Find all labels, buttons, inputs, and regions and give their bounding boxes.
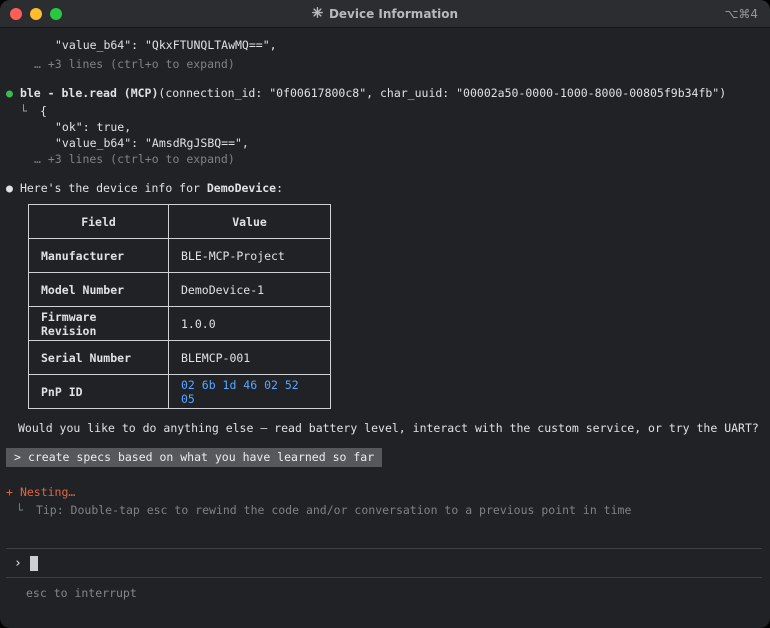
field-cell: Serial Number xyxy=(29,341,169,375)
queued-message-chip: > create specs based on what you have lea… xyxy=(6,448,382,467)
title-bar: Device Information ⌥⌘4 xyxy=(0,0,770,28)
field-cell: Firmware Revision xyxy=(29,307,169,341)
interrupt-hint: esc to interrupt xyxy=(6,578,762,600)
table-row: PnP ID02 6b 1d 46 02 52 05 xyxy=(29,375,331,409)
previous-output-line: "value_b64": "QkxFTUNQLTAwMQ==", xyxy=(55,36,762,55)
tool-name: ble - ble.read (MCP) xyxy=(20,86,158,100)
result-open-brace: { xyxy=(40,104,47,118)
assistant-message-line: ● Here's the device info for DemoDevice: xyxy=(6,179,762,198)
close-button[interactable] xyxy=(10,8,22,20)
value-cell: BLEMCP-001 xyxy=(169,341,331,375)
terminal-content: "value_b64": "QkxFTUNQLTAwMQ==", … +3 li… xyxy=(0,28,770,600)
result-line: "ok": true, xyxy=(55,119,762,135)
result-marker-icon: └ xyxy=(20,104,27,118)
terminal-window: Device Information ⌥⌘4 "value_b64": "Qkx… xyxy=(0,0,770,628)
table-row: ManufacturerBLE-MCP-Project xyxy=(29,239,331,273)
value-cell: DemoDevice-1 xyxy=(169,273,331,307)
tool-args: (connection_id: "0f00617800c8", char_uui… xyxy=(158,86,726,100)
traffic-lights xyxy=(0,8,62,20)
window-shortcut: ⌥⌘4 xyxy=(725,7,770,21)
result-value-text: "value_b64": "AmsdRgJSBQ==", xyxy=(55,136,249,150)
prompt-input[interactable]: › xyxy=(6,548,762,578)
value-cell-pnp: 02 6b 1d 46 02 52 05 xyxy=(169,375,331,409)
queued-prefix: > xyxy=(14,450,21,464)
expand-hint-text: … +3 lines (ctrl+o to expand) xyxy=(34,152,235,166)
table-header-field: Field xyxy=(29,205,169,239)
table-header-row: FieldValue xyxy=(29,205,331,239)
table-row: Serial NumberBLEMCP-001 xyxy=(29,341,331,375)
expand-hint-line: … +3 lines (ctrl+o to expand) xyxy=(34,55,762,74)
result-line: "value_b64": "AmsdRgJSBQ==", xyxy=(55,135,762,151)
tip-marker-icon: └ xyxy=(16,503,23,517)
sparkle-icon xyxy=(312,7,323,21)
table-row: Model NumberDemoDevice-1 xyxy=(29,273,331,307)
tool-call-line: ● ble - ble.read (MCP)(connection_id: "0f… xyxy=(6,84,762,103)
result-ok-text: "ok": true, xyxy=(55,120,131,134)
window-title: Device Information xyxy=(312,7,458,21)
queued-text: create specs based on what you have lear… xyxy=(28,450,374,464)
field-cell: PnP ID xyxy=(29,375,169,409)
json-value-line: "value_b64": "QkxFTUNQLTAwMQ==", xyxy=(55,38,277,52)
status-line: + Nesting… xyxy=(6,483,762,502)
queued-message: > create specs based on what you have lea… xyxy=(6,448,762,467)
zoom-button[interactable] xyxy=(50,8,62,20)
tip-line: └ Tip: Double-tap esc to rewind the code … xyxy=(16,502,762,518)
value-cell: BLE-MCP-Project xyxy=(169,239,331,273)
spinner-icon: + xyxy=(6,485,13,499)
assistant-question: Would you like to do anything else — rea… xyxy=(18,419,762,438)
prompt-chevron-icon: › xyxy=(14,556,22,571)
device-name: DemoDevice xyxy=(207,181,276,195)
expand-hint-text: … +3 lines (ctrl+o to expand) xyxy=(34,57,235,71)
window-title-text: Device Information xyxy=(329,7,458,21)
status-label: Nesting… xyxy=(20,485,75,499)
assistant-bullet-icon: ● xyxy=(6,181,13,195)
field-cell: Model Number xyxy=(29,273,169,307)
question-text: Would you like to do anything else — rea… xyxy=(18,421,759,435)
assistant-text: Here's the device info for xyxy=(20,181,207,195)
value-cell: 1.0.0 xyxy=(169,307,331,341)
expand-hint-line: … +3 lines (ctrl+o to expand) xyxy=(34,151,762,167)
result-open-line: └{ xyxy=(20,103,762,119)
text-cursor xyxy=(30,556,38,571)
field-cell: Manufacturer xyxy=(29,239,169,273)
assistant-text-suffix: : xyxy=(276,181,283,195)
device-info-table: FieldValue ManufacturerBLE-MCP-Project M… xyxy=(28,204,331,409)
tip-text: Tip: Double-tap esc to rewind the code a… xyxy=(36,503,631,517)
table-header-value: Value xyxy=(169,205,331,239)
success-bullet-icon: ● xyxy=(6,86,13,100)
minimize-button[interactable] xyxy=(30,8,42,20)
table-row: Firmware Revision1.0.0 xyxy=(29,307,331,341)
